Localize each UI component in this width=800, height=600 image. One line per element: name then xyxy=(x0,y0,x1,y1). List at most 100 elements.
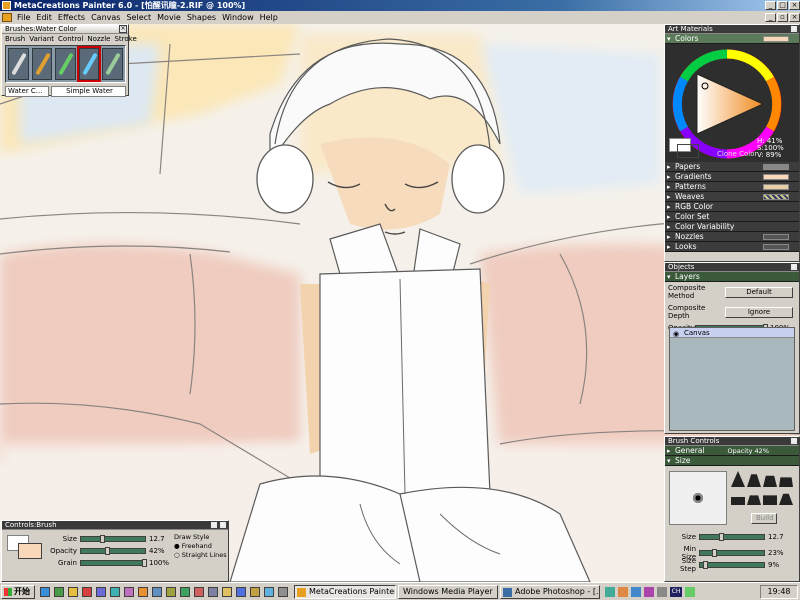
size-slider[interactable] xyxy=(699,533,765,541)
painter-app-icon[interactable] xyxy=(2,1,11,10)
size-section-header[interactable]: Size xyxy=(665,456,799,466)
control-opacity-slider[interactable] xyxy=(80,547,146,555)
menu-file[interactable]: File xyxy=(14,11,33,24)
doc-restore-button[interactable]: ▫ xyxy=(777,13,788,22)
brush-menu[interactable]: Brush xyxy=(5,35,25,43)
water-color-brush-icon[interactable] xyxy=(76,46,102,82)
document-icon[interactable] xyxy=(2,13,12,22)
brush-category-select[interactable]: Water C... xyxy=(5,86,49,97)
tray-keyboard-icon[interactable] xyxy=(657,587,667,597)
explorer-icon[interactable] xyxy=(222,587,232,597)
profile-selected-icon[interactable] xyxy=(763,495,777,505)
slider-thumb[interactable] xyxy=(142,559,147,567)
slider-thumb[interactable] xyxy=(100,535,106,543)
straight-lines-radio[interactable]: ○ Straight Lines xyxy=(174,551,228,560)
slider-thumb[interactable] xyxy=(719,533,725,541)
menu-movie[interactable]: Movie xyxy=(154,11,184,24)
control-grain-slider[interactable] xyxy=(80,559,147,567)
slider-thumb[interactable] xyxy=(702,561,708,569)
task-painter[interactable]: MetaCreations Painter ... xyxy=(294,585,396,599)
crayon-brush-icon[interactable] xyxy=(31,48,53,80)
close-icon[interactable]: × xyxy=(790,437,798,445)
close-icon[interactable]: × xyxy=(790,25,798,33)
profile-wide-icon[interactable] xyxy=(731,497,745,505)
variant-menu[interactable]: Variant xyxy=(29,35,54,43)
stroke-menu[interactable]: Stroke xyxy=(114,35,136,43)
airbrush-brush-icon[interactable] xyxy=(102,48,123,80)
close-icon[interactable]: × xyxy=(219,521,227,529)
desktop-icon[interactable] xyxy=(40,587,50,597)
slider-thumb[interactable] xyxy=(104,547,110,555)
ime-indicator[interactable]: CH xyxy=(670,587,682,597)
notepad-icon[interactable] xyxy=(166,587,176,597)
weaves-row[interactable]: Weaves xyxy=(665,192,799,202)
settings-icon[interactable] xyxy=(208,587,218,597)
menu-edit[interactable]: Edit xyxy=(33,11,55,24)
media-icon[interactable] xyxy=(82,587,92,597)
close-icon[interactable]: × xyxy=(119,25,127,33)
control-size-slider[interactable] xyxy=(80,535,146,543)
brush-variant-select[interactable]: Simple Water xyxy=(51,86,126,97)
rgb-color-row[interactable]: RGB Color xyxy=(665,202,799,212)
color-set-row[interactable]: Color Set xyxy=(665,212,799,222)
network-icon[interactable] xyxy=(110,587,120,597)
primary-color-swatch[interactable] xyxy=(677,144,699,158)
nozzles-row[interactable]: Nozzles xyxy=(665,232,799,242)
papers-row[interactable]: Papers xyxy=(665,162,799,172)
start-button[interactable]: 开始 xyxy=(1,585,35,599)
profile-round-icon[interactable] xyxy=(747,495,761,505)
calculator-icon[interactable] xyxy=(180,587,190,597)
photoshop-icon[interactable] xyxy=(152,587,162,597)
close-icon[interactable]: × xyxy=(790,263,798,271)
doc-minimize-button[interactable]: _ xyxy=(765,13,776,22)
clone-color-label[interactable]: Clone Color xyxy=(717,150,757,158)
painter-icon[interactable] xyxy=(138,587,148,597)
tray-volume-icon[interactable] xyxy=(618,587,628,597)
tray-app-icon[interactable] xyxy=(631,587,641,597)
chalk-brush-icon[interactable] xyxy=(55,48,76,80)
profile-blunt-icon[interactable] xyxy=(779,493,793,505)
pencil-icon[interactable] xyxy=(250,587,260,597)
menu-shapes[interactable]: Shapes xyxy=(184,11,219,24)
looks-row[interactable]: Looks xyxy=(665,242,799,252)
tray-monitor-icon[interactable] xyxy=(644,587,654,597)
gradients-row[interactable]: Gradients xyxy=(665,172,799,182)
control-menu[interactable]: Control xyxy=(58,35,83,43)
menu-canvas[interactable]: Canvas xyxy=(88,11,123,24)
player-icon[interactable] xyxy=(194,587,204,597)
freehand-radio[interactable]: ● Freehand xyxy=(174,542,228,551)
color-variability-row[interactable]: Color Variability xyxy=(665,222,799,232)
profile-pointed-icon[interactable] xyxy=(731,471,745,487)
colors-section-header[interactable]: Colors xyxy=(665,34,799,44)
app-icon[interactable] xyxy=(124,587,134,597)
profile-flat-icon[interactable] xyxy=(779,477,793,487)
profile-medium-icon[interactable] xyxy=(747,474,761,487)
ie-icon[interactable] xyxy=(54,587,64,597)
task-media-player[interactable]: Windows Media Player xyxy=(398,585,498,599)
close-button[interactable]: × xyxy=(789,1,800,10)
tools-icon[interactable] xyxy=(278,587,288,597)
build-button[interactable]: Build xyxy=(751,513,777,524)
patterns-row[interactable]: Patterns xyxy=(665,182,799,192)
composite-depth-select[interactable]: Ignore xyxy=(725,306,793,318)
pencil-brush-icon[interactable] xyxy=(8,48,29,80)
tray-network-icon[interactable] xyxy=(605,587,615,597)
doc-close-button[interactable]: × xyxy=(789,13,800,22)
tray-security-icon[interactable] xyxy=(685,587,695,597)
nozzle-menu[interactable]: Nozzle xyxy=(87,35,110,43)
layer-item-canvas[interactable]: ◉ Canvas xyxy=(670,328,794,338)
general-section-header[interactable]: General Opacity 42% xyxy=(665,446,799,456)
menu-select[interactable]: Select xyxy=(123,11,154,24)
messenger-icon[interactable] xyxy=(96,587,106,597)
menu-help[interactable]: Help xyxy=(257,11,281,24)
minimize-button[interactable]: _ xyxy=(765,1,776,10)
resize-icon[interactable]: ▫ xyxy=(210,521,218,529)
primary-color-swatch[interactable] xyxy=(18,543,42,559)
search-icon[interactable] xyxy=(264,587,274,597)
profile-soft-icon[interactable] xyxy=(763,475,777,487)
task-photoshop[interactable]: Adobe Photoshop - [... xyxy=(500,585,600,599)
mail-icon[interactable] xyxy=(236,587,246,597)
menu-effects[interactable]: Effects xyxy=(55,11,88,24)
folder-icon[interactable] xyxy=(68,587,78,597)
clock[interactable]: 19:48 xyxy=(760,585,798,599)
